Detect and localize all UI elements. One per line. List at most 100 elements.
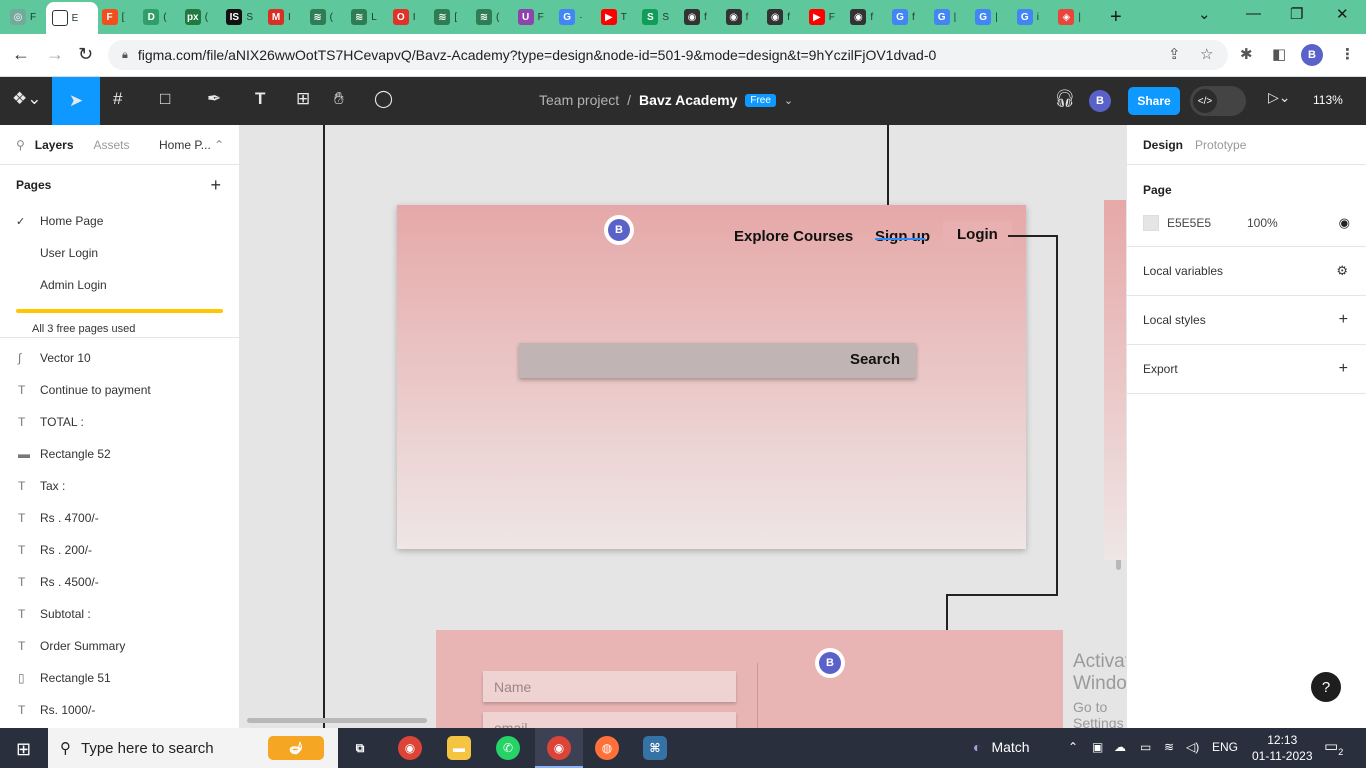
- reload-icon[interactable]: ↻: [78, 44, 93, 65]
- layer-item[interactable]: T Subtotal :: [0, 598, 239, 630]
- omnibox[interactable]: 🔒︎ figma.com/file/aNIX26wwOotTS7HCevapvQ…: [108, 40, 1228, 70]
- profile-avatar[interactable]: B: [1301, 44, 1323, 66]
- new-tab-icon[interactable]: +: [1110, 6, 1122, 29]
- layer-item[interactable]: T Continue to payment: [0, 374, 239, 406]
- home-page-frame[interactable]: B Explore Courses Sign up Login Search: [397, 205, 1026, 549]
- add-export-icon[interactable]: +: [1339, 360, 1348, 378]
- browser-tab[interactable]: F[: [96, 5, 136, 29]
- bookmark-star-icon[interactable]: ☆: [1200, 45, 1213, 63]
- lock-icon[interactable]: 🔒︎: [122, 49, 128, 62]
- tab-assets[interactable]: Assets: [94, 138, 130, 152]
- frame-tool-icon[interactable]: #: [113, 89, 122, 109]
- extensions-icon[interactable]: ✱: [1240, 45, 1253, 63]
- wifi-icon[interactable]: ≋: [1164, 740, 1174, 754]
- logo-avatar[interactable]: B: [604, 215, 634, 245]
- main-menu-icon[interactable]: ❖⌄: [12, 89, 41, 109]
- layer-item[interactable]: T Rs . 4700/-: [0, 502, 239, 534]
- rectangle-tool-icon[interactable]: □: [160, 89, 170, 109]
- tab-layers[interactable]: Layers: [35, 138, 74, 152]
- search-icon[interactable]: ⚲: [16, 138, 25, 152]
- browser-tab[interactable]: G |: [969, 5, 1009, 29]
- browser-tab[interactable]: OI: [387, 5, 427, 29]
- login-frame[interactable]: Name email B: [436, 630, 1063, 728]
- page-item[interactable]: User Login: [0, 237, 239, 269]
- name-field[interactable]: Name: [483, 671, 736, 702]
- browser-tab[interactable]: ◈ |: [1052, 5, 1092, 29]
- diwali-lamp-icon[interactable]: 🪔︎: [268, 736, 324, 760]
- nav-login[interactable]: Login: [943, 221, 1012, 248]
- menu-kebab-icon[interactable]: ⋮: [1340, 45, 1355, 63]
- share-page-icon[interactable]: ⇪: [1168, 45, 1181, 63]
- layer-item[interactable]: T TOTAL :: [0, 406, 239, 438]
- chevron-up-icon[interactable]: ⌃: [1068, 740, 1078, 754]
- page-item[interactable]: ✓ Home Page: [0, 205, 239, 237]
- layer-item[interactable]: T Order Summary: [0, 630, 239, 662]
- back-icon[interactable]: ←: [12, 44, 30, 65]
- adjacent-frame[interactable]: [1104, 200, 1126, 560]
- language-indicator[interactable]: ENG: [1212, 740, 1238, 754]
- browser-tab[interactable]: ≋(: [470, 5, 510, 29]
- design-canvas[interactable]: B Explore Courses Sign up Login Search N…: [240, 125, 1126, 728]
- browser-tab[interactable]: ≋(: [304, 5, 344, 29]
- tab-design[interactable]: Design: [1143, 138, 1183, 152]
- side-panel-icon[interactable]: ◧: [1272, 45, 1286, 63]
- tab-search-icon[interactable]: ⌄: [1198, 5, 1211, 23]
- page-item[interactable]: Admin Login: [0, 269, 239, 301]
- page-selector[interactable]: Home P... ⌃: [159, 138, 224, 152]
- restore-icon[interactable]: ❐: [1290, 5, 1303, 23]
- browser-tab[interactable]: ◎ F: [4, 5, 44, 29]
- text-tool-icon[interactable]: T: [255, 89, 265, 109]
- device-icon[interactable]: ▣: [1092, 740, 1103, 754]
- page-color-swatch[interactable]: [1143, 215, 1159, 231]
- horizontal-scrollbar[interactable]: [247, 718, 427, 723]
- variables-settings-icon[interactable]: ⚙: [1336, 263, 1348, 279]
- layer-item[interactable]: ▯ Rectangle 51: [0, 662, 239, 694]
- python-icon[interactable]: ⌘: [643, 736, 667, 760]
- share-button[interactable]: Share: [1128, 87, 1180, 115]
- browser-tab[interactable]: SS: [636, 5, 676, 29]
- add-style-icon[interactable]: +: [1339, 311, 1348, 329]
- browser-tab[interactable]: ≋[: [428, 5, 468, 29]
- collaborator-avatar[interactable]: B: [1089, 90, 1111, 112]
- browser-tab[interactable]: UF: [512, 5, 552, 29]
- windows-start-icon[interactable]: ⊞: [16, 739, 31, 760]
- add-page-icon[interactable]: +: [210, 175, 221, 196]
- task-view-icon[interactable]: ⧉: [348, 736, 372, 760]
- browser-tab[interactable]: G ·: [553, 5, 593, 29]
- logo-avatar[interactable]: B: [815, 648, 845, 678]
- browser-tab[interactable]: ▶ F: [803, 5, 843, 29]
- nav-sign-up[interactable]: Sign up: [875, 228, 930, 245]
- zoom-level[interactable]: 113%: [1313, 93, 1343, 107]
- page-color-hex[interactable]: E5E5E5: [1167, 216, 1247, 230]
- browser-tab[interactable]: E: [45, 2, 98, 34]
- help-button[interactable]: ?: [1311, 672, 1341, 702]
- layer-item[interactable]: ∫ Vector 10: [0, 342, 239, 374]
- browser-tab[interactable]: D(: [137, 5, 177, 29]
- dev-mode-toggle[interactable]: </>: [1190, 86, 1246, 116]
- move-tool-icon[interactable]: ➤: [52, 77, 100, 125]
- browser-tab[interactable]: ◉ f: [844, 5, 884, 29]
- email-field[interactable]: email: [483, 712, 736, 728]
- browser-tab[interactable]: ≋ L: [345, 5, 385, 29]
- layer-item[interactable]: ▬ Rectangle 52: [0, 438, 239, 470]
- browser-tab[interactable]: ◉ f: [720, 5, 760, 29]
- cloud-icon[interactable]: ☁: [1114, 740, 1126, 754]
- page-opacity[interactable]: 100%: [1247, 216, 1278, 230]
- layer-item[interactable]: T Rs. 1000/-: [0, 694, 239, 726]
- forward-icon[interactable]: →: [46, 44, 64, 65]
- weather-widget[interactable]: ◐ Match: [973, 739, 1030, 755]
- browser-tab[interactable]: ◉ f: [761, 5, 801, 29]
- volume-icon[interactable]: ◁): [1186, 740, 1199, 754]
- battery-icon[interactable]: ▭: [1140, 740, 1151, 754]
- hand-tool-icon[interactable]: ✋︎: [334, 89, 344, 109]
- whatsapp-icon[interactable]: ✆: [496, 736, 520, 760]
- comment-tool-icon[interactable]: ◯: [374, 89, 393, 109]
- chrome-profile-icon[interactable]: ◉: [547, 736, 571, 760]
- browser-tab[interactable]: MI: [262, 5, 302, 29]
- file-explorer-icon[interactable]: ▬: [447, 736, 471, 760]
- minimize-icon[interactable]: —: [1246, 5, 1261, 22]
- browser-tab[interactable]: G |: [928, 5, 968, 29]
- browser-tab[interactable]: Gf: [886, 5, 926, 29]
- firefox-icon[interactable]: ◍: [595, 736, 619, 760]
- browser-tab[interactable]: Gi: [1011, 5, 1051, 29]
